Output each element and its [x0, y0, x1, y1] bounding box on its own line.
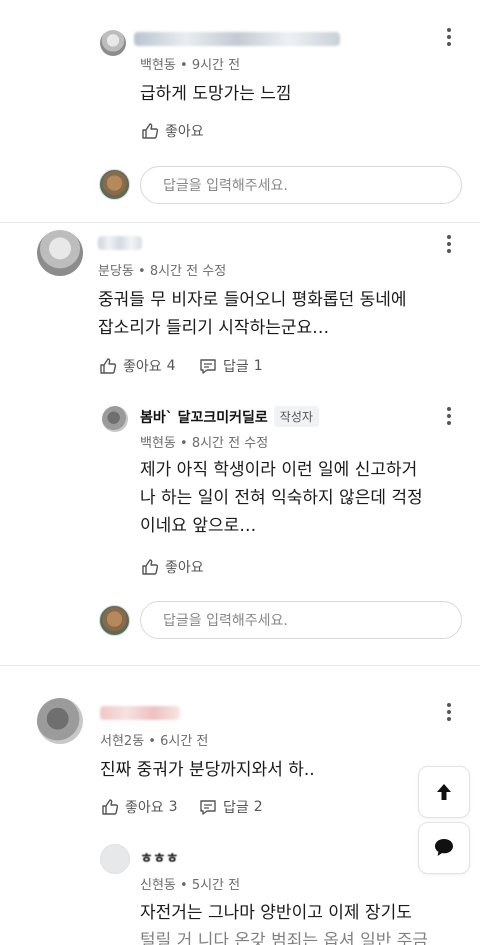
- author-badge: 작성자: [273, 406, 319, 427]
- commenter-name-blurred: [100, 706, 180, 720]
- thumbs-up-icon: [140, 121, 160, 141]
- reply-meta: 신현동 • 5시간 전: [140, 878, 241, 893]
- reply-text-line: 제가 아직 학생이라 이런 일에 신고하거: [140, 460, 418, 480]
- arrow-up-icon: [433, 781, 455, 803]
- like-label: 좋아요: [165, 124, 204, 140]
- scroll-to-top-button[interactable]: [418, 766, 470, 818]
- author-avatar[interactable]: [102, 406, 128, 432]
- reply-text: 제가 아직 학생이라 이런 일에 신고하거 나 하는 일이 전혀 익숙하지 않은…: [140, 456, 423, 540]
- comment-meta: 백현동 • 9시간 전: [140, 58, 241, 73]
- reply-location: 신현동: [140, 878, 176, 893]
- reply-count: 2: [253, 799, 263, 815]
- comment-text: 중궈들 무 비자로 들어오니 평화롭던 동네에 잡소리가 들리기 시작하는군요…: [98, 286, 407, 342]
- reply-text-line: 나 하는 일이 전혀 익숙하지 않은데 걱정: [140, 488, 423, 508]
- more-options-icon[interactable]: [444, 232, 454, 256]
- my-avatar: [99, 605, 130, 636]
- reply-time: 8시간 전 수정: [191, 436, 269, 451]
- reply-label: 답글: [223, 800, 249, 816]
- reply-label: 답글: [223, 359, 249, 375]
- comment-text-line: 잡소리가 들리기 시작하는군요…: [98, 318, 330, 338]
- comment-meta: 서현2동 • 6시간 전: [100, 734, 209, 749]
- like-button[interactable]: 좋아요: [140, 557, 204, 577]
- reply-button[interactable]: 답글 2: [198, 797, 263, 817]
- reply-input[interactable]: 답글을 입력해주세요.: [140, 166, 462, 204]
- comment-time: 8시간 전 수정: [149, 264, 227, 279]
- like-label: 좋아요: [123, 359, 162, 375]
- reply-time: 5시간 전: [191, 878, 241, 893]
- more-options-icon[interactable]: [444, 700, 454, 724]
- reply-icon: [198, 356, 218, 376]
- reply-text: 자전거는 그나마 양반이고 이제 장기도 털릴 거 니다 온갖 범죄는 옵셔 일…: [140, 899, 428, 945]
- commenter-name-blurred: [134, 32, 340, 46]
- my-avatar: [99, 169, 130, 200]
- reply-icon: [198, 797, 218, 817]
- comment-time: 9시간 전: [191, 58, 241, 73]
- comment-text: 진짜 중궈가 분당까지와서 하..: [100, 760, 315, 780]
- comment-location: 분당동: [98, 264, 134, 279]
- commenter-avatar[interactable]: [100, 30, 126, 56]
- reply-text-line: 자전거는 그나마 양반이고 이제 장기도: [140, 903, 412, 923]
- commenter-name-blurred: [98, 236, 142, 250]
- reply-input[interactable]: 답글을 입력해주세요.: [140, 601, 462, 639]
- divider: [0, 665, 480, 666]
- comment-text: 급하게 도망가는 느낌: [140, 84, 292, 104]
- reply-location: 백현동: [140, 436, 176, 451]
- replier-avatar[interactable]: [100, 844, 130, 874]
- commenter-avatar[interactable]: [37, 230, 83, 276]
- reply-text-line: 털릴 거 니다 온갖 범죄는 옵셔 일반 주금: [140, 931, 429, 945]
- like-button[interactable]: 좋아요 3: [100, 797, 178, 817]
- replier-nickname[interactable]: ㅎㅎㅎ: [140, 848, 179, 868]
- divider: [0, 222, 480, 223]
- like-count: 3: [168, 799, 178, 815]
- reply-count: 1: [253, 358, 263, 374]
- comment-time: 6시간 전: [160, 734, 209, 749]
- like-label: 좋아요: [165, 560, 204, 576]
- comment-text-line: 중궈들 무 비자로 들어오니 평화롭던 동네에: [98, 290, 407, 310]
- chat-button[interactable]: [418, 822, 470, 874]
- like-button[interactable]: 좋아요 4: [98, 356, 176, 376]
- more-options-icon[interactable]: [444, 25, 454, 49]
- reply-button[interactable]: 답글 1: [198, 356, 263, 376]
- thumbs-up-icon: [100, 797, 120, 817]
- chat-bubble-icon: [432, 836, 456, 860]
- reply-meta: 백현동 • 8시간 전 수정: [140, 436, 269, 451]
- author-nickname[interactable]: 봄바ˋ 달꼬크미커딜로: [140, 407, 268, 427]
- comment-location: 백현동: [140, 58, 176, 73]
- comment-meta: 분당동 • 8시간 전 수정: [98, 264, 227, 279]
- thumbs-up-icon: [98, 356, 118, 376]
- like-button[interactable]: 좋아요: [140, 121, 204, 141]
- like-count: 4: [166, 358, 176, 374]
- comment-location: 서현2동: [100, 734, 145, 749]
- more-options-icon[interactable]: [444, 404, 454, 428]
- reply-input-placeholder: 답글을 입력해주세요.: [163, 613, 288, 629]
- like-label: 좋아요: [125, 800, 164, 816]
- reply-text-line: 이네요 앞으로…: [140, 516, 257, 536]
- reply-input-placeholder: 답글을 입력해주세요.: [163, 178, 288, 194]
- author-name-row: 봄바ˋ 달꼬크미커딜로 작성자: [140, 406, 319, 427]
- commenter-avatar[interactable]: [37, 698, 83, 744]
- thumbs-up-icon: [140, 557, 160, 577]
